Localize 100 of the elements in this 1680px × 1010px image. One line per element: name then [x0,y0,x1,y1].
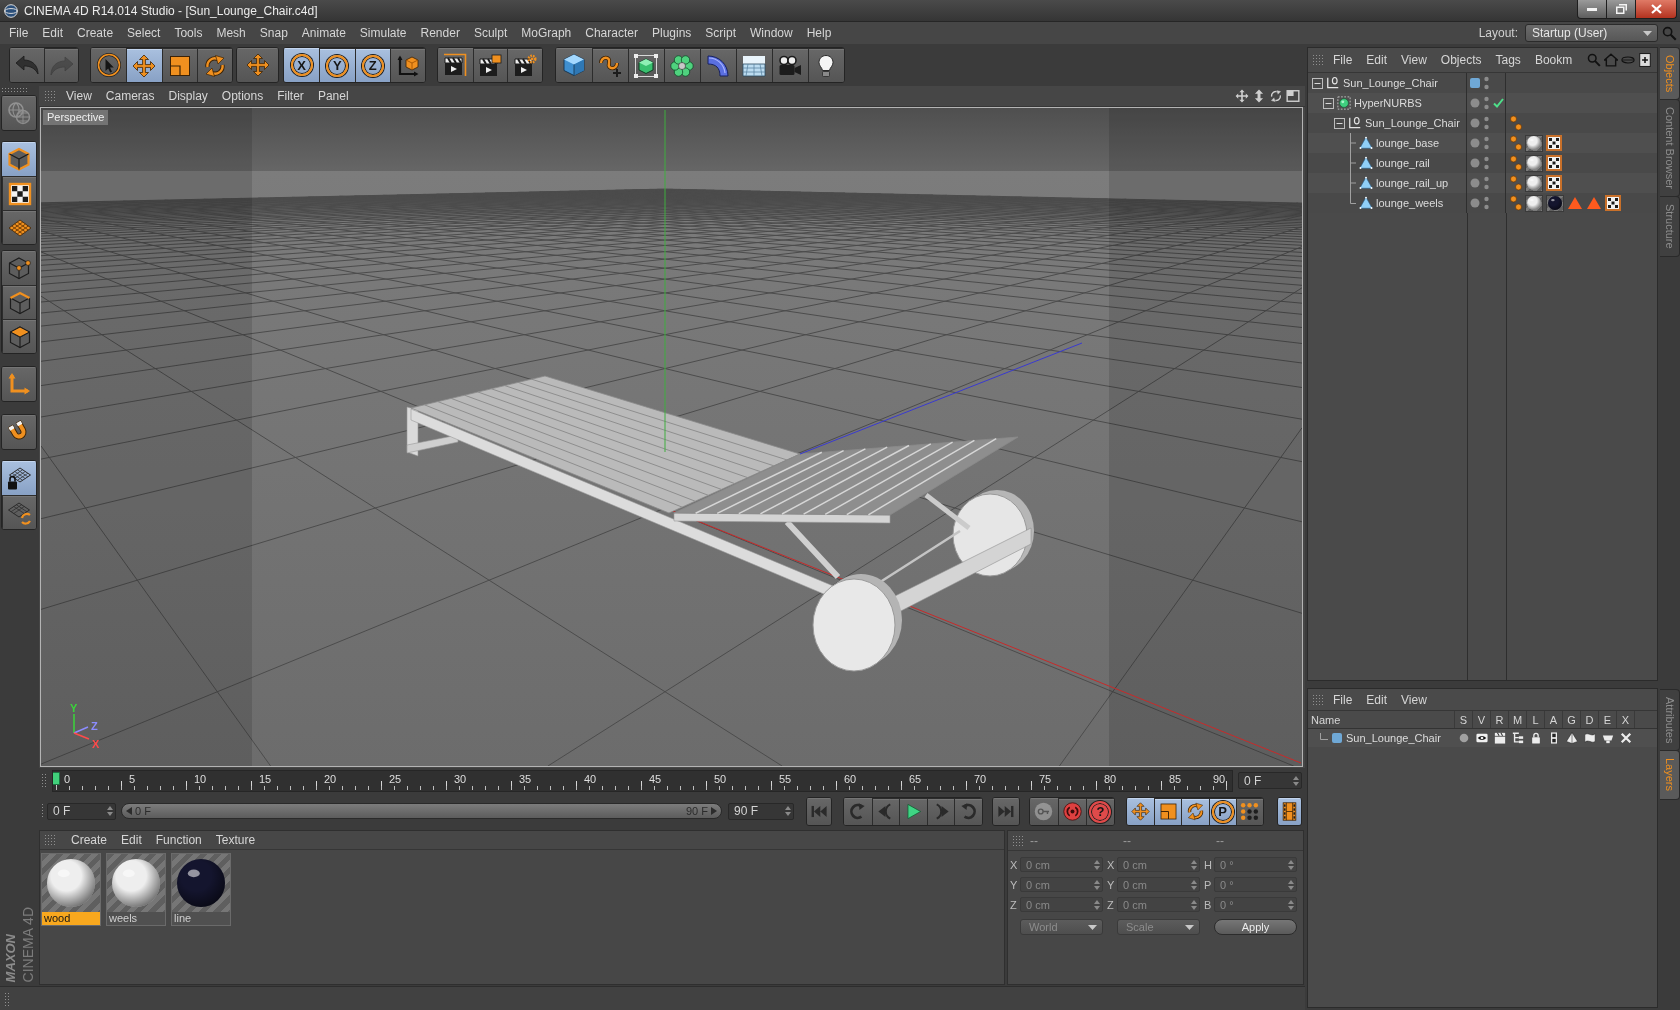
tree-toggle-icon[interactable] [1334,117,1345,129]
dot-icon[interactable] [1470,118,1480,128]
swatch-icon[interactable] [1332,733,1342,743]
menu-item[interactable]: View [59,88,99,104]
material-item[interactable]: weels [106,853,166,926]
checker-tag-icon[interactable] [1546,175,1562,191]
menu-item[interactable]: Objects [1433,52,1489,68]
menu-item[interactable]: Script [698,25,743,41]
column-header[interactable]: D [1581,711,1599,728]
column-header[interactable]: R [1491,711,1509,728]
undo-button[interactable] [10,48,44,82]
dots-tag-icon[interactable] [1510,175,1522,191]
render-view-button[interactable] [438,48,473,82]
swatch-icon[interactable] [1470,78,1480,88]
object-row[interactable]: lounge_rail_up [1308,173,1657,193]
spinner-arrows-icon[interactable] [1094,879,1100,890]
visibility-dots-icon[interactable] [1484,156,1489,170]
layout-dropdown[interactable]: Startup (User) [1525,24,1658,42]
menu-item[interactable]: Select [120,25,168,41]
checker-tag-icon[interactable] [1605,195,1621,211]
column-header[interactable]: Name [1308,711,1455,728]
deformer-button[interactable] [699,48,736,82]
scale-button[interactable] [1154,797,1182,825]
snap-button[interactable] [2,415,36,449]
axis-lock-button[interactable]: X [284,48,320,82]
dot-icon[interactable] [1470,198,1480,208]
menu-item[interactable]: Texture [208,832,263,848]
texture-button[interactable] [2,176,36,210]
coordinates-button[interactable] [389,48,425,82]
timeline-ruler[interactable]: 0 5 10 15 20 25 30 35 40 45 50 55 60 65 70 75 80 85 90 [52,769,1233,792]
spinner-arrows-icon[interactable] [785,806,791,816]
twisted-shape-icon[interactable] [1584,732,1596,744]
object-row[interactable]: lounge_base [1308,133,1657,153]
layer-row[interactable]: Sun_Lounge_Chair [1308,729,1657,747]
menu-item[interactable]: Edit [1359,691,1395,708]
cube-button[interactable] [555,48,592,82]
visibility-dots-icon[interactable] [1484,116,1489,130]
spinner-arrows-icon[interactable] [1288,859,1294,870]
edges-button[interactable] [2,285,36,319]
dot-icon[interactable] [1458,732,1470,744]
menu-item[interactable]: Animate [294,25,353,41]
playhead-handle[interactable] [53,771,60,785]
minimize-button[interactable] [1577,0,1607,19]
next-key-button[interactable] [954,797,982,825]
polygons-button[interactable] [2,319,36,353]
visibility-dots-icon[interactable] [1484,96,1489,110]
clapper-icon[interactable] [1494,732,1506,744]
menu-item[interactable]: Options [214,88,271,104]
end-frame-field[interactable]: 90 F [728,802,794,820]
menu-item[interactable]: Help [799,25,839,41]
menu-item[interactable]: File [1326,52,1360,68]
checker-tag-icon[interactable] [1546,135,1562,151]
go-start-button[interactable] [807,797,831,825]
points-button[interactable] [2,251,36,285]
rotation-button[interactable] [1181,797,1209,825]
column-header[interactable]: V [1473,711,1491,728]
spinner-arrows-icon[interactable] [1094,899,1100,910]
render-settings-button[interactable] [507,48,542,82]
menu-item[interactable]: Edit [1359,52,1395,68]
menu-item[interactable]: Snap [252,25,295,41]
spline-button[interactable] [591,48,628,82]
model-button[interactable] [2,142,36,176]
cloner-button[interactable] [663,48,700,82]
eye-icon[interactable] [1476,732,1488,744]
live-select-button[interactable] [91,48,127,82]
spinner-arrows-icon[interactable] [1293,775,1299,786]
right-triangle-icon[interactable] [711,807,717,815]
spinner-arrows-icon[interactable] [107,806,113,816]
dot-icon[interactable] [1470,178,1480,188]
light-button[interactable] [807,48,844,82]
close-button[interactable] [1635,0,1677,19]
tree-toggle-icon[interactable] [1312,77,1323,89]
menu-item[interactable]: Bookm [1527,52,1580,68]
camera-button[interactable] [771,48,808,82]
material-item[interactable]: wood [41,853,101,926]
column-header[interactable]: X [1617,711,1635,728]
hierarchy-icon[interactable] [1512,732,1524,744]
cross-icon[interactable] [1620,732,1632,744]
menu-item[interactable]: Display [161,88,215,104]
column-header[interactable]: M [1509,711,1527,728]
move-button[interactable] [126,48,162,82]
menu-item[interactable]: Simulate [352,25,414,41]
menu-item[interactable]: Tags [1488,52,1528,68]
axis-lock-button[interactable]: Z [354,48,390,82]
side-tab[interactable]: Attributes [1660,689,1680,752]
axis-mode-button[interactable] [2,367,36,401]
menu-item[interactable]: Create [64,832,115,848]
dots-tag-icon[interactable] [1510,155,1522,171]
visibility-dots-icon[interactable] [1484,176,1489,190]
menu-item[interactable]: Cameras [98,88,162,104]
menu-item[interactable]: Character [578,25,645,41]
side-tab[interactable]: Content Browser [1660,99,1680,198]
point-level-button[interactable] [1235,797,1263,825]
menu-item[interactable]: Panel [310,88,356,104]
workplane-lock-button[interactable] [2,461,36,495]
workplane-button[interactable] [2,210,36,244]
current-frame-field[interactable]: 0 F [1238,772,1302,789]
dot-icon[interactable] [1470,98,1480,108]
visibility-dots-icon[interactable] [1484,76,1489,90]
tree-toggle-icon[interactable] [1323,97,1334,109]
